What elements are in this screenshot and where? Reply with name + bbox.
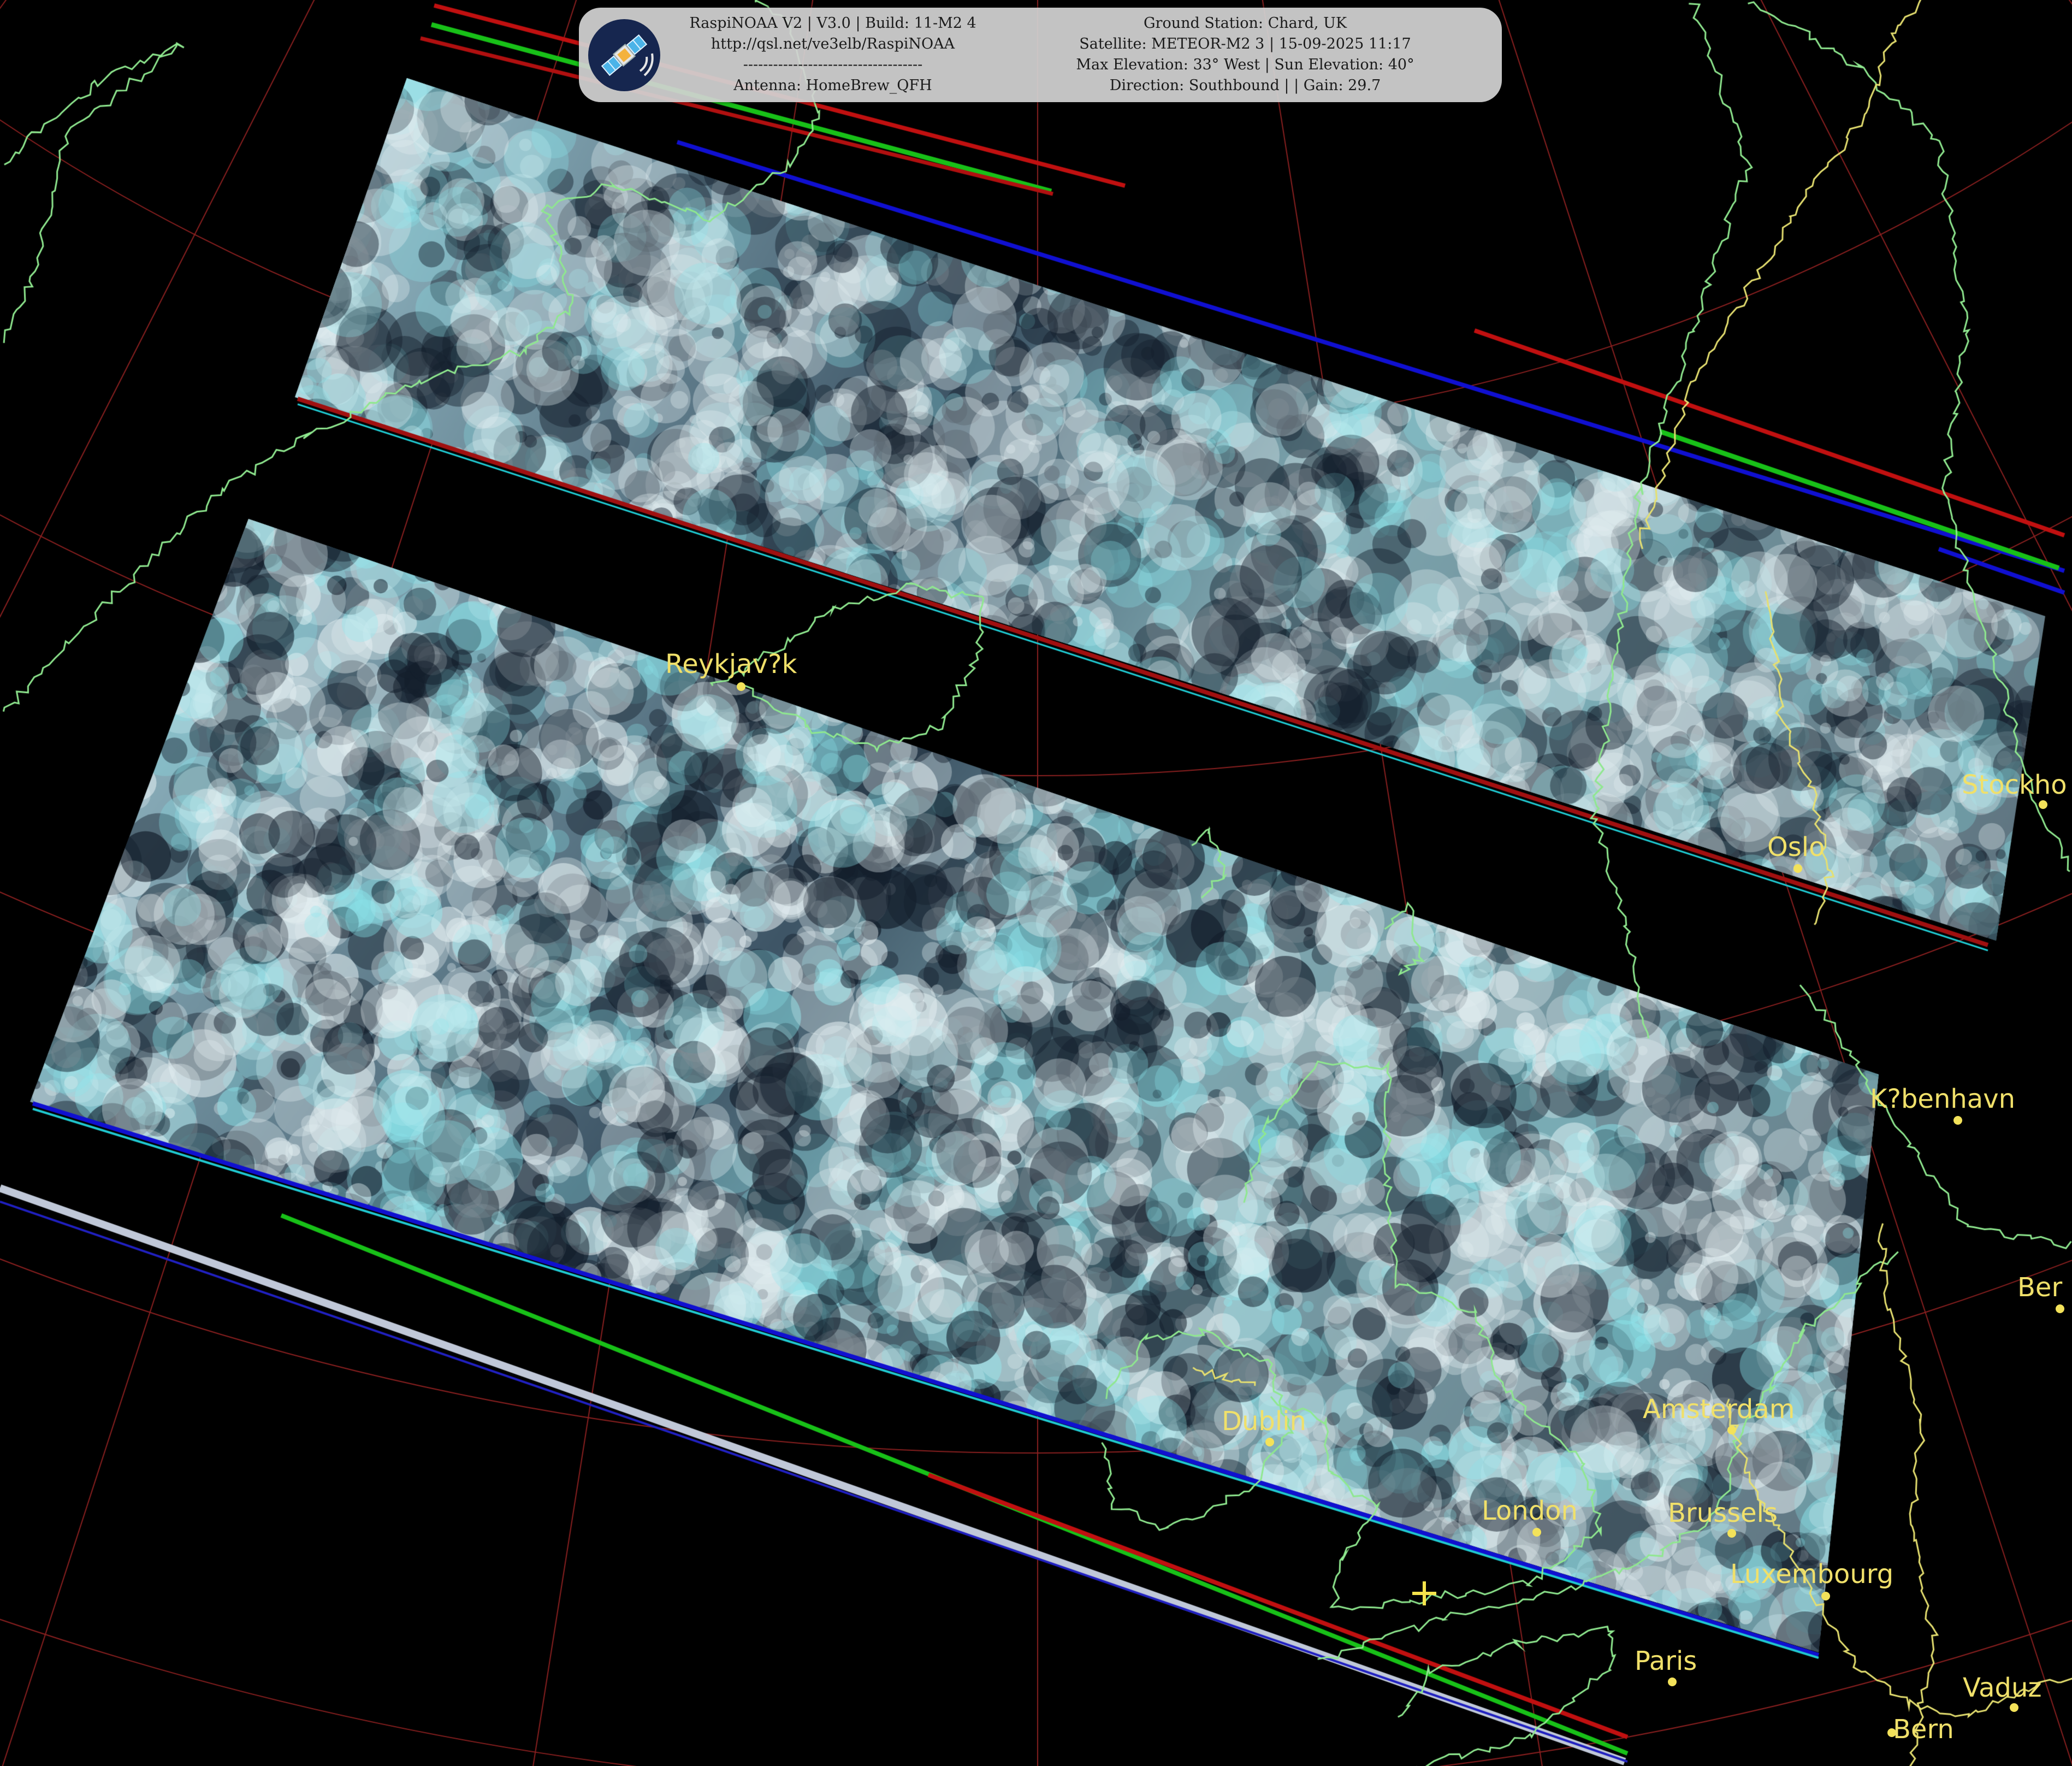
satellite-icon (588, 19, 660, 91)
city-label-dublin: Dublin (1222, 1406, 1306, 1437)
city-dot-paris (1668, 1678, 1677, 1686)
city-dot-kobenhavn (1953, 1116, 1962, 1125)
crosshair-icon (1412, 1581, 1436, 1605)
city-label-oslo: Oslo (1767, 832, 1825, 863)
city-dot-stockholm (2039, 800, 2047, 809)
city-label-amsterdam: Amsterdam (1643, 1394, 1795, 1425)
city-label-paris: Paris (1635, 1646, 1697, 1676)
city-label-stockholm: Stockho (1962, 770, 2067, 800)
city-label-berlin: Ber (2017, 1272, 2063, 1303)
city-dot-amsterdam (1727, 1426, 1736, 1434)
city-label-london: London (1482, 1496, 1578, 1526)
city-dot-oslo (1793, 864, 1802, 873)
software-info: RaspiNOAA V2 | V3.0 | Build: 11-M2 4 htt… (661, 13, 1005, 96)
city-dot-berlin (2056, 1304, 2064, 1313)
build-line: RaspiNOAA V2 | V3.0 | Build: 11-M2 4 (689, 15, 976, 32)
city-dot-london (1532, 1528, 1541, 1537)
direction-line: Direction: Southbound | | Gain: 29.7 (1109, 77, 1381, 94)
city-label-brussels: Brussels (1668, 1498, 1778, 1528)
separator-line: ------------------------------------ (743, 56, 923, 73)
website-line: http://qsl.net/ve3elb/RaspiNOAA (711, 36, 955, 52)
city-label-kobenhavn: K?benhavn (1870, 1084, 2016, 1114)
pass-info-panel: RaspiNOAA V2 | V3.0 | Build: 11-M2 4 htt… (579, 8, 1502, 102)
pass-info: Ground Station: Chard, UK Satellite: MET… (1038, 13, 1453, 96)
city-dot-reykjavik (737, 682, 745, 691)
antenna-line: Antenna: HomeBrew_QFH (733, 77, 932, 94)
ground-station-line: Ground Station: Chard, UK (1143, 15, 1347, 32)
city-dot-dublin (1265, 1438, 1274, 1446)
satellite-line: Satellite: METEOR-M2 3 | 15-09-2025 11:1… (1079, 36, 1411, 52)
elevation-line: Max Elevation: 33° West | Sun Elevation:… (1076, 56, 1414, 73)
city-dot-vaduz (2010, 1703, 2018, 1712)
city-label-bern: Bern (1893, 1714, 1954, 1745)
city-label-luxembourg: Luxembourg (1730, 1559, 1894, 1590)
city-label-vaduz: Vaduz (1963, 1673, 2042, 1703)
city-dot-luxembourg (1821, 1592, 1830, 1600)
city-dot-brussels (1727, 1529, 1736, 1538)
city-label-reykjavik: Reykjav?k (665, 649, 797, 680)
